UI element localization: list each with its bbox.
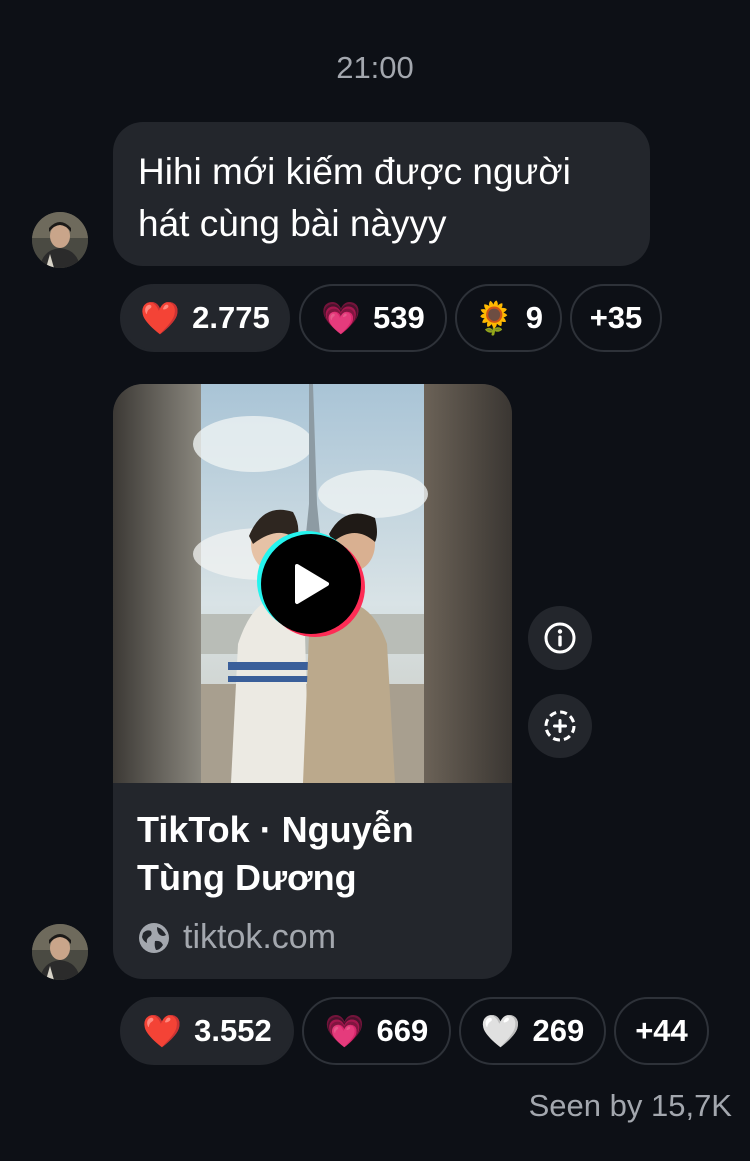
reaction-pink-heart[interactable]: 💗 539 xyxy=(299,284,447,352)
more-reactions-count: +35 xyxy=(589,300,643,335)
reaction-count: 669 xyxy=(376,1013,429,1048)
more-reactions-button[interactable]: +35 xyxy=(570,284,662,352)
reaction-heart[interactable]: ❤️ 3.552 xyxy=(120,997,294,1065)
add-reaction-button[interactable] xyxy=(528,694,592,758)
red-heart-icon: ❤️ xyxy=(142,1013,183,1049)
reaction-heart[interactable]: ❤️ 2.775 xyxy=(120,284,290,352)
more-reactions-count: +44 xyxy=(635,1013,688,1048)
tiktok-link-card[interactable]: TikTok · Nguyễn Tùng Dương tiktok.com xyxy=(113,384,512,979)
play-icon xyxy=(295,564,329,604)
reaction-sunflower[interactable]: 🌻 9 xyxy=(455,284,562,352)
info-icon xyxy=(544,622,576,654)
reaction-count: 2.775 xyxy=(192,300,270,335)
play-button[interactable] xyxy=(261,534,361,634)
sender-avatar[interactable] xyxy=(32,924,88,980)
message-timestamp: 21:00 xyxy=(336,50,414,85)
seen-by-label: Seen by 15,7K xyxy=(528,1088,732,1123)
pink-heart-icon: 💗 xyxy=(324,1013,365,1049)
link-reactions: ❤️ 3.552 💗 669 🤍 269 +44 xyxy=(120,997,720,1065)
avatar-photo xyxy=(32,924,88,980)
reaction-count: 269 xyxy=(532,1013,585,1048)
reaction-pink-heart[interactable]: 💗 669 xyxy=(302,997,451,1065)
video-thumbnail xyxy=(113,384,512,783)
reaction-count: 9 xyxy=(525,300,544,335)
link-title: TikTok · Nguyễn Tùng Dương xyxy=(137,809,414,898)
avatar-photo xyxy=(32,212,88,268)
message-bubble[interactable]: Hihi mới kiếm được người hát cùng bài nà… xyxy=(113,122,650,266)
chat-screen: 21:00 Hihi mới kiếm được người hát cùng … xyxy=(0,0,750,1161)
add-reaction-icon xyxy=(544,710,576,742)
reaction-white-heart[interactable]: 🤍 269 xyxy=(459,997,606,1065)
sunflower-icon: 🌻 xyxy=(473,300,514,336)
globe-icon xyxy=(139,922,169,953)
message-reactions: ❤️ 2.775 💗 539 🌻 9 +35 xyxy=(120,284,680,352)
red-heart-icon: ❤️ xyxy=(140,300,181,336)
pink-heart-icon: 💗 xyxy=(321,300,362,336)
reaction-count: 539 xyxy=(373,300,425,335)
sender-avatar[interactable] xyxy=(32,212,88,268)
link-domain: tiktok.com xyxy=(137,918,336,957)
reaction-count: 3.552 xyxy=(194,1013,272,1048)
white-heart-icon: 🤍 xyxy=(480,1013,521,1049)
more-reactions-button[interactable]: +44 xyxy=(614,997,709,1065)
info-button[interactable] xyxy=(528,606,592,670)
link-domain-text: tiktok.com xyxy=(183,918,337,956)
